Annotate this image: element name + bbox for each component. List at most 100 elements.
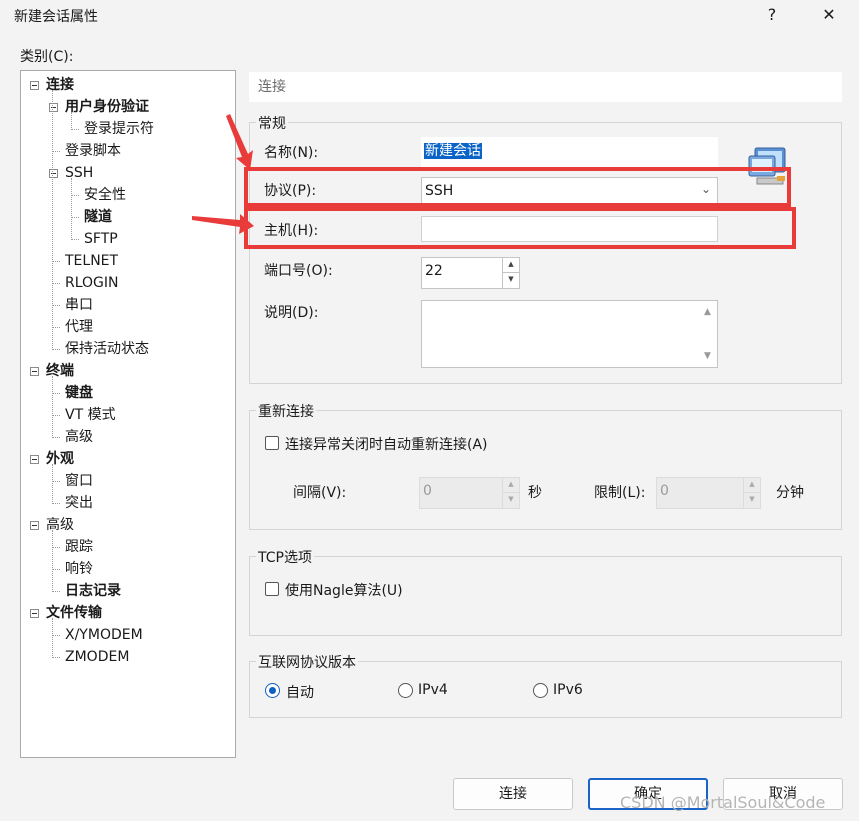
ip-radio-ipv6[interactable] <box>533 683 548 698</box>
port-spinner[interactable]: 22 ▲ ▼ <box>421 257 520 289</box>
reconnect-checkbox-label[interactable]: 连接异常关闭时自动重新连接(A) <box>285 434 488 454</box>
tree-item[interactable]: ZMODEM <box>65 646 129 668</box>
reconnect-group-title: 重新连接 <box>256 401 316 421</box>
tree-guide-line <box>52 90 53 348</box>
nagle-checkbox[interactable] <box>265 582 279 596</box>
limit-spinner[interactable]: 0 ▲ ▼ <box>656 477 761 509</box>
spin-up-icon[interactable]: ▲ <box>502 478 519 493</box>
tree-item[interactable]: TELNET <box>65 250 118 272</box>
tree-item[interactable]: 文件传输 <box>46 602 102 624</box>
name-label: 名称(N): <box>264 145 319 161</box>
tree-collapse-icon[interactable] <box>30 521 39 530</box>
tree-item[interactable]: 高级 <box>65 426 93 448</box>
tree-guide-line <box>52 376 53 436</box>
tree-item[interactable]: 用户身份验证 <box>65 96 149 118</box>
tree-item[interactable]: 高级 <box>46 514 74 536</box>
tree-item[interactable]: X/YMODEM <box>65 624 143 646</box>
nagle-checkbox-label[interactable]: 使用Nagle算法(U) <box>285 580 403 600</box>
ip-group-title: 互联网协议版本 <box>256 652 358 672</box>
annotation-arrows <box>192 114 254 234</box>
interval-value: 0 <box>423 483 432 499</box>
tree-collapse-icon[interactable] <box>30 367 39 376</box>
tree-item[interactable]: 日志记录 <box>65 580 121 602</box>
name-input[interactable]: 新建会话 <box>421 137 718 167</box>
tree-collapse-icon[interactable] <box>30 81 39 90</box>
tree-connector <box>52 547 60 548</box>
tree-connector <box>52 437 60 438</box>
connect-button[interactable]: 连接 <box>453 778 573 810</box>
tree-connector <box>52 635 60 636</box>
tree-item[interactable]: 键盘 <box>65 382 93 404</box>
tree-guide-line <box>52 530 53 590</box>
tree-item[interactable]: 串口 <box>65 294 93 316</box>
annotation-arrow-host <box>192 214 254 234</box>
tree-item[interactable]: 登录提示符 <box>84 118 154 140</box>
tree-item[interactable]: 响铃 <box>65 558 93 580</box>
tree-item[interactable]: VT 模式 <box>65 404 116 426</box>
tree-connector <box>52 657 60 658</box>
help-button[interactable]: ? <box>752 0 792 30</box>
reconnect-checkbox[interactable] <box>265 436 279 450</box>
tree-connector <box>52 503 60 504</box>
tree-item[interactable]: 外观 <box>46 448 74 470</box>
category-label: 类别(C): <box>20 49 74 65</box>
tree-connector <box>52 305 60 306</box>
ip-radio-ipv4[interactable] <box>398 683 413 698</box>
ip-radio-ipv4-label[interactable]: IPv4 <box>418 682 448 698</box>
tree-guide-line <box>52 464 53 502</box>
tree-collapse-icon[interactable] <box>49 103 58 112</box>
spin-up-icon[interactable]: ▲ <box>743 478 760 493</box>
description-textarea[interactable]: ▲ ▼ <box>421 300 718 368</box>
tree-connector <box>52 393 60 394</box>
reconnect-group <box>249 410 842 530</box>
ip-radio-auto-label[interactable]: 自动 <box>286 682 314 702</box>
tree-item[interactable]: 突出 <box>65 492 93 514</box>
scroll-up-icon[interactable]: ▲ <box>704 307 711 317</box>
page-header: 连接 <box>249 72 842 102</box>
spin-down-icon[interactable]: ▼ <box>743 493 760 508</box>
tree-item[interactable]: RLOGIN <box>65 272 119 294</box>
ip-radio-ipv6-label[interactable]: IPv6 <box>553 682 583 698</box>
port-label: 端口号(O): <box>264 263 333 279</box>
ip-radio-auto[interactable] <box>265 683 280 698</box>
tree-connector <box>52 283 60 284</box>
tree-collapse-icon[interactable] <box>30 609 39 618</box>
window-title: 新建会话属性 <box>14 9 98 25</box>
interval-unit: 秒 <box>528 485 542 501</box>
general-group-title: 常规 <box>256 113 288 133</box>
spin-up-icon[interactable]: ▲ <box>502 258 519 273</box>
tree-item[interactable]: 隧道 <box>84 206 112 228</box>
tree-connector <box>71 239 79 240</box>
tree-collapse-icon[interactable] <box>49 169 58 178</box>
tree-connector <box>71 217 79 218</box>
tree-item[interactable]: 连接 <box>46 74 74 96</box>
annotation-box-protocol <box>244 167 791 207</box>
tree-item[interactable]: SFTP <box>84 228 118 250</box>
tree-item[interactable]: 安全性 <box>84 184 126 206</box>
tree-item[interactable]: 登录脚本 <box>65 140 121 162</box>
tree-connector <box>52 327 60 328</box>
spin-down-icon[interactable]: ▼ <box>502 273 519 288</box>
port-value: 22 <box>425 263 443 279</box>
tree-connector <box>52 591 60 592</box>
spin-down-icon[interactable]: ▼ <box>502 493 519 508</box>
close-button[interactable]: ✕ <box>809 0 849 30</box>
tree-guide-line <box>52 618 53 656</box>
tree-item[interactable]: SSH <box>65 162 93 184</box>
interval-spinner[interactable]: 0 ▲ ▼ <box>419 477 520 509</box>
tree-connector <box>52 569 60 570</box>
name-input-value: 新建会话 <box>424 143 482 159</box>
description-scrollbar[interactable]: ▲ ▼ <box>700 301 717 367</box>
tree-guide-line <box>71 112 72 128</box>
tree-connector <box>52 349 60 350</box>
tree-item[interactable]: 终端 <box>46 360 74 382</box>
tree-collapse-icon[interactable] <box>30 455 39 464</box>
tree-item[interactable]: 保持活动状态 <box>65 338 149 360</box>
limit-label: 限制(L): <box>594 485 646 501</box>
tree-item[interactable]: 代理 <box>65 316 93 338</box>
scroll-down-icon[interactable]: ▼ <box>704 351 711 361</box>
tree-connector <box>71 129 79 130</box>
tree-item[interactable]: 跟踪 <box>65 536 93 558</box>
tree-item[interactable]: 窗口 <box>65 470 93 492</box>
tree-connector <box>52 481 60 482</box>
